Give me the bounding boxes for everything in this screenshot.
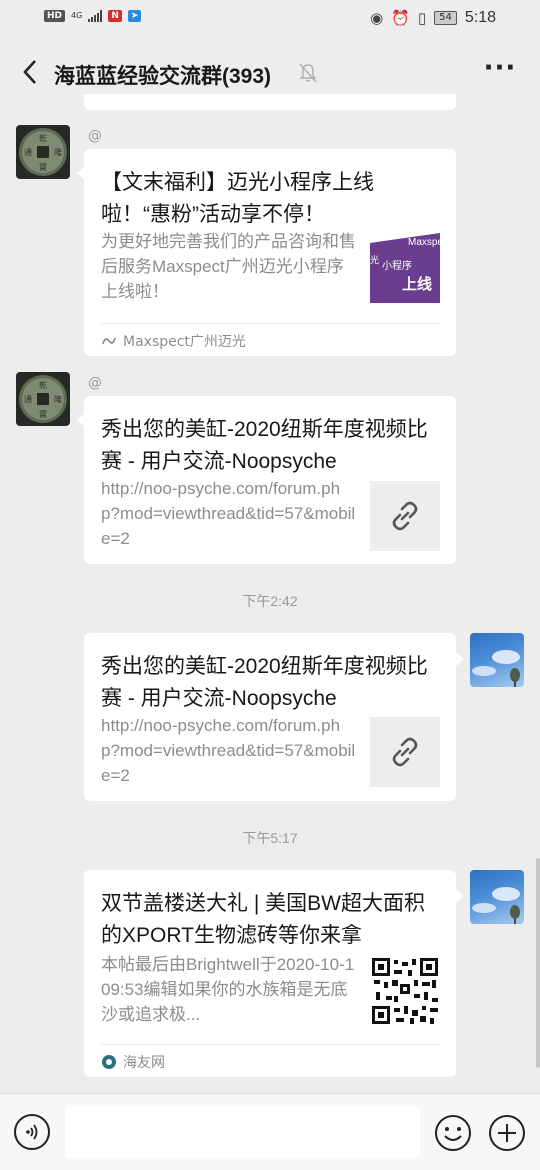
more-button[interactable]: ··· [482, 55, 518, 88]
bubble-tail [456, 652, 464, 666]
hd-indicator: HD [44, 10, 66, 22]
emoji-icon[interactable] [434, 1114, 472, 1152]
card-title: 秀出您的美缸-2020纽斯年度视频比赛 - 用户交流-Noopsyche [101, 418, 428, 473]
card-source-label: Maxspect广州迈光 [123, 334, 246, 350]
mini-program-thumbnail-icon: Maxspec 光 小程序 上线 [370, 233, 440, 303]
card-source-label: 海友网 [123, 1055, 165, 1071]
sky-avatar-icon [472, 650, 520, 687]
svg-text:小程序: 小程序 [382, 259, 412, 272]
status-left: HD 4G N ➤ [44, 10, 142, 22]
previous-message-card[interactable] [84, 94, 456, 110]
card-description: 本帖最后由Brightwell于2020-10-109:53编辑如果你的水族箱是… [101, 955, 355, 1024]
news-app-icon: N [108, 10, 122, 22]
mini-program-icon [102, 337, 116, 345]
back-button[interactable] [12, 54, 48, 90]
link-thumbnail [370, 481, 440, 551]
app-notification-icon: ➤ [127, 10, 142, 22]
status-right: ◉ ⏰ ▯ 54 5:18 [370, 9, 496, 27]
battery-icon: 54 [434, 11, 457, 25]
coin-avatar-icon: 乾 寶 通 隆 [19, 375, 67, 423]
svg-text:上线: 上线 [402, 275, 432, 293]
bubble-tail [456, 889, 464, 903]
link-icon [392, 737, 418, 767]
svg-text:通: 通 [24, 147, 32, 157]
status-bar: HD 4G N ➤ ◉ ⏰ ▯ 54 5:18 [0, 0, 540, 40]
svg-text:乾: 乾 [39, 380, 47, 390]
card-description: http://noo-psyche.com/forum.php?mod=view… [101, 716, 356, 785]
article-card[interactable]: 双节盖楼送大礼 | 美国BW超大面积的XPORT生物滤砖等你来拿 本帖最后由Br… [84, 870, 456, 1077]
card-title: 【文末福利】迈光小程序上线啦！“惠粉”活动享不停！ [101, 171, 374, 226]
link-thumbnail [370, 717, 440, 787]
avatar[interactable]: 乾 寶 通 隆 [16, 125, 70, 179]
avatar[interactable] [470, 633, 524, 687]
card-source: Maxspect广州迈光 [101, 331, 246, 351]
vibrate-icon: ▯ [417, 9, 427, 27]
card-description: 为更好地完善我们的产品咨询和售后服务Maxspect广州迈光小程序上线啦！ [101, 232, 356, 301]
svg-text:乾: 乾 [39, 133, 47, 143]
card-description: http://noo-psyche.com/forum.php?mod=view… [101, 479, 356, 548]
chevron-left-icon [23, 60, 36, 84]
card-title: 双节盖楼送大礼 | 美国BW超大面积的XPORT生物滤砖等你来拿 [101, 892, 425, 947]
svg-text:隆: 隆 [54, 147, 62, 157]
card-thumbnail [370, 956, 440, 1026]
scrollbar[interactable] [536, 858, 540, 1068]
sky-avatar-icon [472, 887, 520, 924]
card-divider [101, 1044, 440, 1045]
signal-icon [88, 10, 103, 22]
avatar[interactable]: 乾 寶 通 隆 [16, 372, 70, 426]
svg-text:寶: 寶 [39, 409, 47, 419]
link-card[interactable]: 秀出您的美缸-2020纽斯年度视频比赛 - 用户交流-Noopsyche htt… [84, 633, 456, 801]
input-bar [0, 1093, 540, 1170]
qr-code-icon [372, 958, 438, 1024]
website-logo-icon [102, 1055, 116, 1069]
card-title: 秀出您的美缸-2020纽斯年度视频比赛 - 用户交流-Noopsyche [101, 655, 428, 710]
mute-bell-icon [299, 63, 317, 83]
alarm-icon: ⏰ [391, 9, 410, 27]
chat-title: 海蓝蓝经验交流群(393) [54, 65, 272, 88]
avatar[interactable] [470, 870, 524, 924]
status-time: 5:18 [464, 9, 496, 26]
svg-text:Maxspec: Maxspec [408, 237, 440, 248]
svg-text:光: 光 [370, 254, 379, 266]
timestamp: 下午5:17 [242, 830, 298, 846]
sender-name: @ [88, 375, 102, 391]
message-input[interactable] [65, 1106, 420, 1158]
svg-text:通: 通 [24, 394, 32, 404]
svg-text:隆: 隆 [54, 394, 62, 404]
eye-icon: ◉ [370, 9, 384, 27]
link-icon [392, 501, 418, 531]
network-type: 4G [71, 11, 83, 20]
svg-text:寶: 寶 [39, 162, 47, 172]
card-source: 海友网 [101, 1052, 165, 1072]
sender-name: @ [88, 128, 102, 144]
coin-avatar-icon: 乾 寶 通 隆 [19, 128, 67, 176]
voice-button[interactable] [14, 1114, 50, 1150]
article-card[interactable]: 【文末福利】迈光小程序上线啦！“惠粉”活动享不停！ 为更好地完善我们的产品咨询和… [84, 149, 456, 356]
link-card[interactable]: 秀出您的美缸-2020纽斯年度视频比赛 - 用户交流-Noopsyche htt… [84, 396, 456, 564]
voice-icon [26, 1124, 38, 1140]
card-divider [101, 323, 440, 324]
card-thumbnail: Maxspec 光 小程序 上线 [370, 233, 440, 303]
timestamp: 下午2:42 [242, 593, 298, 609]
plus-icon[interactable] [488, 1114, 526, 1152]
